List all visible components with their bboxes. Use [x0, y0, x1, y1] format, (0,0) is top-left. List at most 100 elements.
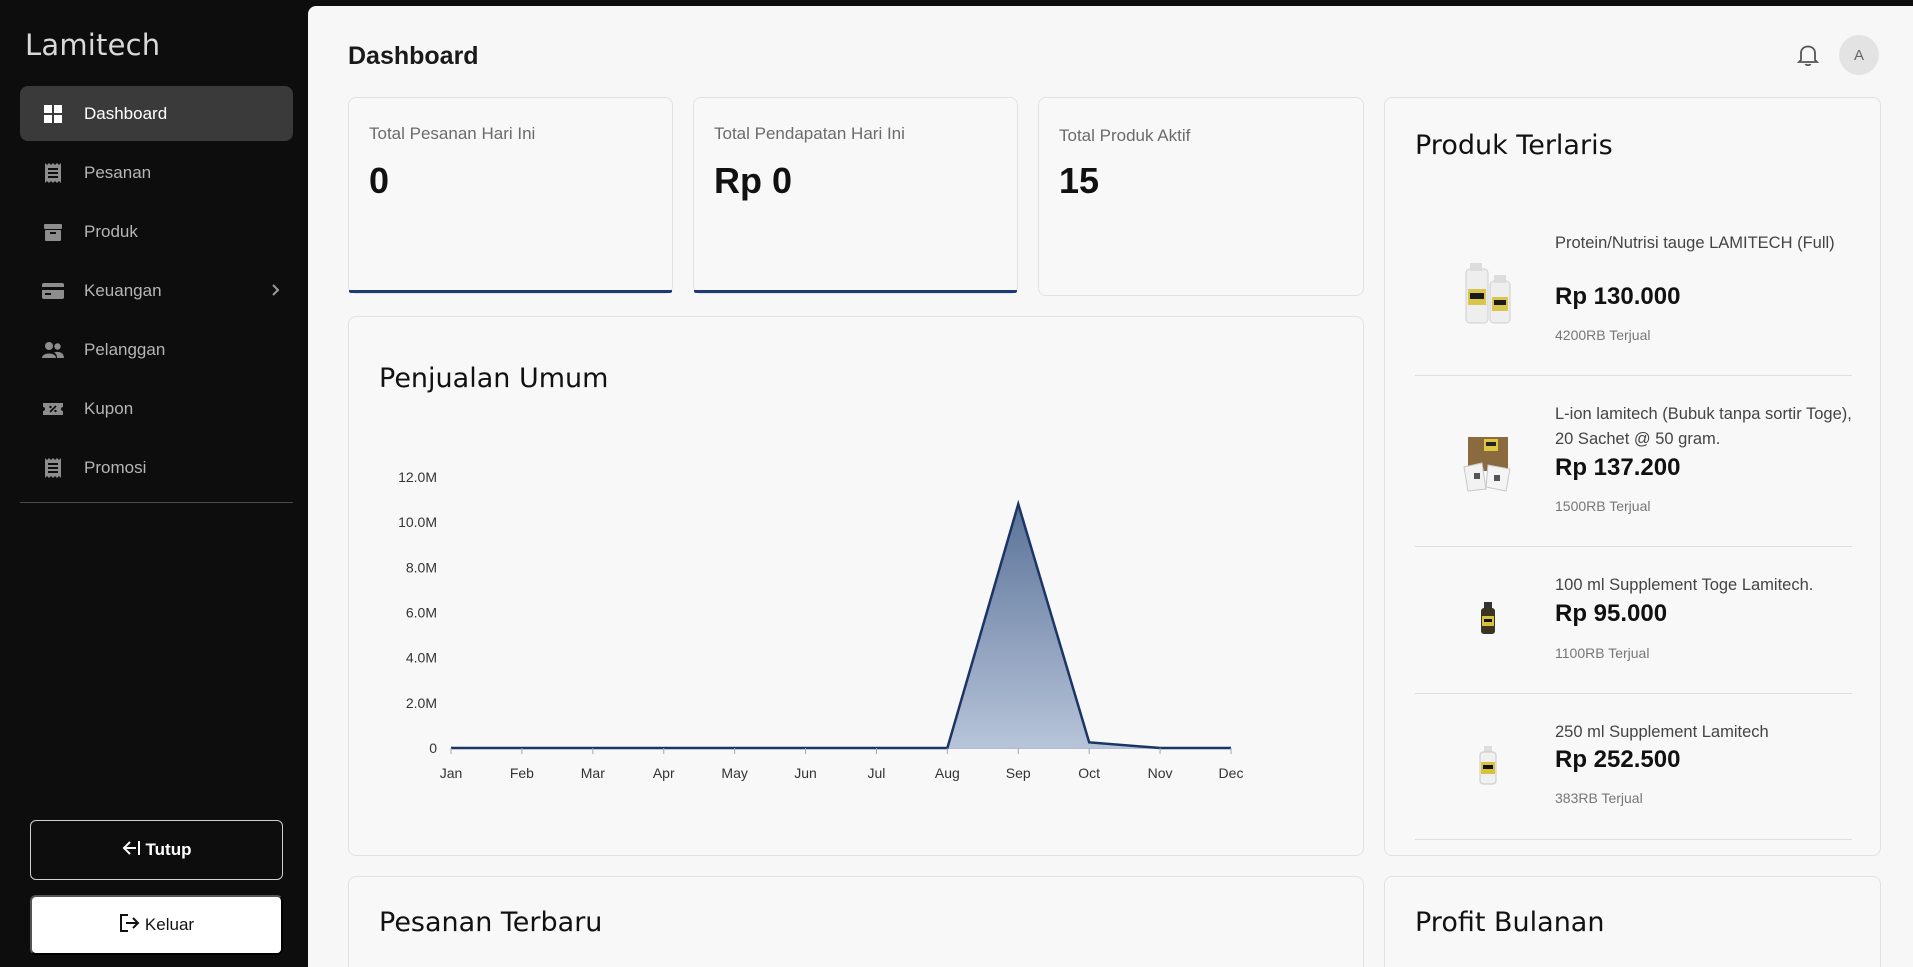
list-item[interactable]: Protein/Nutrisi tauge LAMITECH (Full) Rp… [1415, 205, 1852, 376]
x-tick-label: Aug [935, 765, 960, 781]
sidebar-nav: Dashboard Pesanan Produk Keuangan Pelang… [20, 86, 293, 499]
x-tick-label: May [721, 765, 747, 781]
product-sold-count: 4200RB Terjual [1555, 327, 1651, 343]
product-name: 100 ml Supplement Toge Lamitech. [1555, 576, 1814, 594]
stat-card-orders: Total Pesanan Hari Ini 0 [348, 97, 673, 294]
user-avatar[interactable]: A [1839, 35, 1879, 75]
sales-series-line [451, 499, 1231, 750]
list-item[interactable]: L-ion lamitech (Bubuk tanpa sortir Toge)… [1415, 376, 1852, 547]
data-point[interactable] [732, 745, 738, 751]
sidebar-item-label: Keuangan [84, 280, 162, 300]
data-point[interactable] [803, 745, 809, 751]
stat-accent-bar [694, 290, 1017, 293]
sidebar-divider [20, 502, 293, 503]
receipt-icon [42, 162, 64, 184]
logout-icon [119, 913, 145, 938]
x-tick-label: Jan [440, 765, 463, 781]
x-tick-label: Jun [794, 765, 817, 781]
stat-value: 15 [1059, 160, 1100, 201]
sidebar-item-label: Kupon [84, 398, 134, 418]
product-price: Rp 95.000 [1555, 600, 1668, 627]
sales-area-chart: 0 2.0M 4.0M 6.0M 8.0M 10.0M 12.0M Jan Feb Mar Apr M… [398, 469, 1244, 781]
product-name: 250 ml Supplement Lamitech [1555, 723, 1769, 741]
stat-label: Total Produk Aktif [1059, 126, 1191, 145]
product-price: Rp 137.200 [1555, 454, 1681, 481]
data-point[interactable] [1228, 745, 1234, 751]
data-point[interactable] [661, 745, 667, 751]
section-title: Produk Terlaris [1415, 130, 1613, 161]
users-icon [42, 339, 64, 361]
sidebar-item-pelanggan[interactable]: Pelanggan [20, 322, 293, 377]
y-tick-label: 12.0M [398, 469, 437, 485]
section-title: Profit Bulanan [1415, 907, 1605, 938]
data-point[interactable] [1086, 739, 1092, 745]
sidebar-item-label: Promosi [84, 457, 147, 477]
list-item[interactable]: 100 ml Supplement Toge Lamitech. Rp 95.0… [1415, 547, 1852, 694]
product-sold-count: 383RB Terjual [1555, 790, 1643, 806]
dashboard-grid-icon [42, 103, 64, 125]
x-tick-label: Dec [1219, 765, 1244, 781]
collapse-sidebar-button[interactable]: Tutup [30, 820, 283, 880]
stat-value: Rp 0 [714, 160, 793, 201]
sidebar-item-kupon[interactable]: Kupon [20, 381, 293, 436]
product-image [1453, 583, 1523, 653]
monthly-profit-card: Profit Bulanan [1384, 876, 1881, 967]
list-item[interactable]: 250 ml Supplement Lamitech Rp 252.500 38… [1415, 694, 1852, 840]
x-tick-label: Sep [1006, 765, 1031, 781]
sidebar-item-label: Produk [84, 221, 138, 241]
sales-area-fill [451, 504, 1231, 748]
x-tick-label: Mar [581, 765, 605, 781]
sidebar: Lamitech Dashboard Pesanan Produk Keuang… [0, 0, 308, 967]
data-point[interactable] [1015, 501, 1021, 507]
ticket-icon [42, 398, 64, 420]
data-point[interactable] [873, 745, 879, 751]
y-tick-label: 8.0M [406, 559, 437, 575]
product-price: Rp 130.000 [1555, 283, 1681, 310]
x-tick-label: Oct [1078, 765, 1100, 781]
product-image [1453, 257, 1523, 327]
logout-label: Keluar [144, 915, 195, 934]
brand-logo: Lamitech [25, 28, 161, 62]
stat-card-active-products: Total Produk Aktif 15 [1038, 97, 1364, 296]
y-tick-label: 4.0M [406, 650, 437, 666]
stat-label: Total Pendapatan Hari Ini [714, 124, 905, 143]
page-title: Dashboard [348, 42, 479, 70]
data-point[interactable] [448, 745, 454, 751]
notification-bell-icon[interactable] [1795, 42, 1821, 68]
archive-box-icon [42, 221, 64, 243]
x-tick-label: Jul [868, 765, 886, 781]
x-tick-label: Nov [1148, 765, 1173, 781]
product-image [1453, 428, 1523, 498]
stat-card-revenue: Total Pendapatan Hari Ini Rp 0 [693, 97, 1018, 294]
product-image [1453, 730, 1523, 800]
logout-button[interactable]: Keluar [30, 895, 283, 955]
product-sold-count: 1500RB Terjual [1555, 498, 1651, 514]
best-sellers-card: Produk Terlaris Protein/Nutrisi tauge LA… [1384, 97, 1881, 856]
product-price: Rp 252.500 [1555, 746, 1681, 773]
x-tick-label: Apr [653, 765, 675, 781]
section-title: Pesanan Terbaru [379, 907, 603, 938]
collapse-arrow-icon [122, 839, 146, 862]
sidebar-item-keuangan[interactable]: Keuangan [20, 263, 293, 318]
stat-accent-bar [349, 290, 672, 293]
receipt-icon [42, 457, 64, 479]
x-tick-label: Feb [510, 765, 534, 781]
data-point[interactable] [519, 745, 525, 751]
sidebar-item-produk[interactable]: Produk [20, 204, 293, 259]
sidebar-item-promosi[interactable]: Promosi [20, 440, 293, 495]
y-tick-label: 0 [429, 740, 437, 756]
data-point[interactable] [944, 745, 950, 751]
sidebar-item-pesanan[interactable]: Pesanan [20, 145, 293, 200]
sales-chart-card: Penjualan Umum 0 2.0M 4.0M 6.0M 8.0M 10.0M 12.… [348, 316, 1364, 856]
data-point[interactable] [1157, 745, 1163, 751]
collapse-label: Tutup [145, 840, 192, 859]
sidebar-item-label: Pesanan [84, 162, 152, 182]
y-tick-label: 10.0M [398, 514, 437, 530]
product-name: Protein/Nutrisi tauge LAMITECH (Full) [1555, 234, 1835, 252]
sidebar-item-dashboard[interactable]: Dashboard [20, 86, 293, 141]
data-point[interactable] [590, 745, 596, 751]
sidebar-item-label: Dashboard [84, 103, 168, 123]
sidebar-item-label: Pelanggan [84, 339, 166, 359]
chevron-right-icon [267, 282, 283, 298]
product-sold-count: 1100RB Terjual [1555, 645, 1650, 661]
